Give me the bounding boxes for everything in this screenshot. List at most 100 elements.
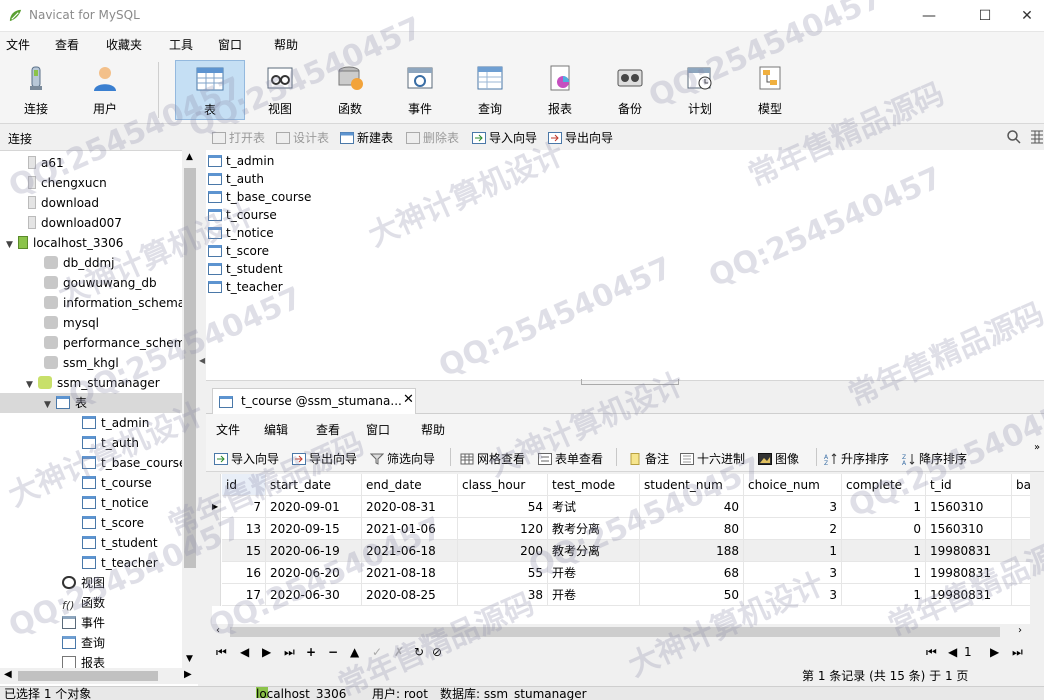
export-wizard-button[interactable]: 导出向导 <box>548 129 613 145</box>
object-list-item[interactable]: t_notice <box>208 224 274 242</box>
scroll-left-arrow-icon[interactable]: ◀ <box>4 669 12 680</box>
scrollbar-thumb[interactable] <box>230 627 1000 637</box>
row-indicator[interactable] <box>212 540 221 562</box>
tree-item-table[interactable]: t_score <box>82 513 144 533</box>
import-wizard-button[interactable]: 导入向导 <box>472 129 537 145</box>
toolbar-backup-button[interactable]: 备份 <box>595 60 665 120</box>
table-cell-start-date[interactable]: 2020-09-01 <box>266 496 362 518</box>
scroll-right-arrow-icon[interactable]: › <box>1018 625 1022 636</box>
tree-item-connection[interactable]: chengxucn <box>28 173 107 193</box>
toolbar-overflow-icon[interactable]: » <box>1034 442 1040 453</box>
table-cell-choice-num[interactable]: 1 <box>744 540 842 562</box>
table-cell-start-date[interactable]: 2020-09-15 <box>266 518 362 540</box>
table-cell-complete[interactable]: 1 <box>842 540 926 562</box>
tree-item-database-open[interactable]: ▼ ssm_stumanager <box>26 373 160 393</box>
column-header-id[interactable]: id <box>222 474 266 496</box>
grid-export-button[interactable]: 导出向导 <box>292 450 357 467</box>
column-header-complete[interactable]: complete <box>842 474 926 496</box>
row-indicator[interactable] <box>212 562 221 584</box>
scroll-down-arrow-icon[interactable]: ▼ <box>186 654 193 664</box>
inner-menu-file[interactable]: 文件 <box>216 421 240 438</box>
tree-item-database[interactable]: information_schema <box>44 293 185 313</box>
next-record-button[interactable]: ▶ <box>262 645 271 659</box>
toolbar-user-button[interactable]: 用户 <box>70 60 140 120</box>
toolbar-connection-button[interactable]: 连接 <box>1 60 71 120</box>
tree-item-database[interactable]: db_ddmj <box>44 253 115 273</box>
design-table-button[interactable]: 设计表 <box>276 129 329 145</box>
table-cell-start-date[interactable]: 2020-06-19 <box>266 540 362 562</box>
object-list-item[interactable]: t_student <box>208 260 283 278</box>
page-number[interactable]: 1 <box>964 645 972 659</box>
tree-item-table[interactable]: t_base_course <box>82 453 186 473</box>
close-window-button[interactable]: ✕ <box>1004 0 1044 32</box>
delete-record-button[interactable]: − <box>328 645 338 659</box>
table-cell-end-date[interactable]: 2021-08-18 <box>362 562 458 584</box>
table-cell-id[interactable]: 13 <box>222 518 266 540</box>
tab-t-course[interactable]: t_course @ssm_stumana... ✕ <box>212 388 416 414</box>
object-list-item[interactable]: t_base_course <box>208 188 311 206</box>
new-table-button[interactable]: 新建表 <box>340 129 393 145</box>
tree-item-database[interactable]: gouwuwang_db <box>44 273 157 293</box>
table-cell-student-num[interactable]: 40 <box>640 496 744 518</box>
table-cell-complete[interactable]: 1 <box>842 584 926 606</box>
inner-menu-help[interactable]: 帮助 <box>421 421 445 438</box>
menu-window[interactable]: 窗口 <box>218 36 242 53</box>
collapse-arrow-icon[interactable]: ◀ <box>199 356 205 365</box>
table-cell-class-hour[interactable]: 54 <box>458 496 548 518</box>
table-cell-t-id[interactable]: 19980831 <box>926 540 1012 562</box>
toolbar-report-button[interactable]: 报表 <box>525 60 595 120</box>
menu-view[interactable]: 查看 <box>55 36 79 53</box>
sort-descending-button[interactable]: Z A 降序排序 <box>902 450 967 467</box>
table-cell-choice-num[interactable]: 2 <box>744 518 842 540</box>
table-cell-choice-num[interactable]: 3 <box>744 562 842 584</box>
table-cell-test-mode[interactable]: 教考分离 <box>548 518 640 540</box>
tree-item-localhost[interactable]: ▼ localhost_3306 <box>6 233 123 253</box>
column-header-start-date[interactable]: start_date <box>266 474 362 496</box>
menu-favorites[interactable]: 收藏夹 <box>106 36 142 53</box>
object-list-item[interactable]: t_teacher <box>208 278 283 296</box>
stop-button[interactable]: ⊘ <box>432 645 442 659</box>
tree-item-connection[interactable]: download <box>28 193 99 213</box>
nav-vertical-scrollbar[interactable]: ▲ ▼ <box>182 150 198 668</box>
maximize-button[interactable]: ☐ <box>962 0 1008 32</box>
table-cell-complete[interactable]: 0 <box>842 518 926 540</box>
toolbar-table-button[interactable]: 表 <box>175 60 245 120</box>
tree-item-table[interactable]: t_student <box>82 533 158 553</box>
toolbar-query-button[interactable]: 查询 <box>455 60 525 120</box>
sort-ascending-button[interactable]: A Z 升序排序 <box>824 450 889 467</box>
row-indicator[interactable]: ▶ <box>212 496 221 518</box>
table-cell-class-hour[interactable]: 55 <box>458 562 548 584</box>
horizontal-splitter[interactable] <box>206 379 1044 388</box>
tree-item-table[interactable]: t_auth <box>82 433 139 453</box>
filter-wizard-button[interactable]: 筛选向导 <box>370 450 435 467</box>
last-record-button[interactable]: ⏭ <box>284 645 295 660</box>
column-header-student-num[interactable]: student_num <box>640 474 744 496</box>
inner-menu-edit[interactable]: 编辑 <box>264 421 288 438</box>
hex-button[interactable]: 十六进制 <box>680 450 745 467</box>
tree-item-table[interactable]: t_admin <box>82 413 149 433</box>
object-list-item[interactable]: t_admin <box>208 152 274 170</box>
tab-close-icon[interactable]: ✕ <box>403 392 414 407</box>
toolbar-schedule-button[interactable]: 计划 <box>665 60 735 120</box>
grid-vertical-scrollbar[interactable] <box>1030 474 1044 624</box>
tree-item-queries[interactable]: 查询 <box>62 633 105 653</box>
table-cell-class-hour[interactable]: 200 <box>458 540 548 562</box>
toolbar-view-button[interactable]: 视图 <box>245 60 315 120</box>
table-cell-class-hour[interactable]: 120 <box>458 518 548 540</box>
refresh-button[interactable]: ↻ <box>414 645 424 659</box>
table-cell-test-mode[interactable]: 开卷 <box>548 584 640 606</box>
table-cell-test-mode[interactable]: 考试 <box>548 496 640 518</box>
table-cell-id[interactable]: 17 <box>222 584 266 606</box>
tree-item-functions[interactable]: f() 函数 <box>62 593 105 613</box>
table-cell-class-hour[interactable]: 38 <box>458 584 548 606</box>
expand-chevron-icon[interactable]: ▼ <box>26 375 38 395</box>
tree-item-events[interactable]: 事件 <box>62 613 105 633</box>
nav-horizontal-scrollbar[interactable]: ◀ ▶ <box>0 668 198 684</box>
prev-page-button[interactable]: ◀ <box>948 645 957 659</box>
form-view-button[interactable]: 表单查看 <box>538 450 603 467</box>
column-header-t-id[interactable]: t_id <box>926 474 1012 496</box>
search-icon[interactable] <box>1006 129 1022 145</box>
menu-file[interactable]: 文件 <box>6 36 30 53</box>
table-cell-choice-num[interactable]: 3 <box>744 584 842 606</box>
table-cell-end-date[interactable]: 2020-08-31 <box>362 496 458 518</box>
